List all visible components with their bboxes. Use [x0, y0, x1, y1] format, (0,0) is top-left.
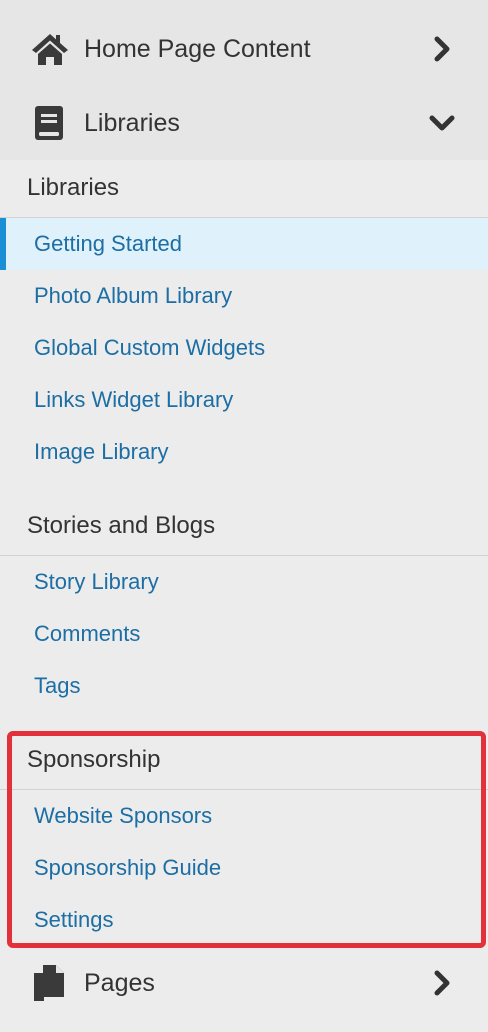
nav-item-label: Pages — [84, 968, 155, 997]
menu-item-label: Getting Started — [34, 231, 182, 256]
menu-item-global-custom-widgets[interactable]: Global Custom Widgets — [0, 322, 488, 374]
section-title: Stories and Blogs — [27, 512, 216, 539]
menu-item-settings[interactable]: Settings — [0, 894, 488, 946]
section-title: Sponsorship — [27, 746, 161, 773]
menu-item-website-sponsors[interactable]: Website Sponsors — [0, 790, 488, 842]
menu-item-label: Image Library — [34, 439, 169, 464]
nav-item-pages[interactable]: Pages — [0, 946, 488, 1020]
nav-item-libraries[interactable]: Libraries — [0, 86, 488, 160]
menu-item-sponsorship-guide[interactable]: Sponsorship Guide — [0, 842, 488, 894]
chevron-right-icon — [434, 970, 450, 996]
menu-item-label: Story Library — [34, 569, 159, 594]
section-header-stories-and-blogs: Stories and Blogs — [0, 500, 488, 556]
menu-item-label: Settings — [34, 907, 114, 932]
menu-item-image-library[interactable]: Image Library — [0, 426, 488, 478]
menu-item-story-library[interactable]: Story Library — [0, 556, 488, 608]
menu-item-label: Tags — [34, 673, 81, 698]
menu-item-getting-started[interactable]: Getting Started — [0, 218, 488, 270]
menu-item-tags[interactable]: Tags — [0, 660, 488, 712]
menu-item-label: Photo Album Library — [34, 283, 233, 308]
section-header-libraries: Libraries — [0, 162, 488, 218]
copy-icon — [34, 965, 64, 1001]
nav-item-label: Libraries — [84, 108, 180, 137]
section-title: Libraries — [27, 174, 120, 201]
menu-item-label: Website Sponsors — [34, 803, 213, 828]
menu-item-links-widget-library[interactable]: Links Widget Library — [0, 374, 488, 426]
book-icon — [35, 106, 63, 140]
menu-item-comments[interactable]: Comments — [0, 608, 488, 660]
chevron-right-icon — [434, 36, 450, 62]
section-header-sponsorship: Sponsorship — [0, 734, 488, 790]
home-icon — [32, 34, 68, 65]
menu-item-label: Sponsorship Guide — [34, 855, 222, 880]
menu-item-label: Global Custom Widgets — [34, 335, 266, 360]
menu-item-label: Links Widget Library — [34, 387, 234, 412]
chevron-down-icon — [429, 115, 455, 131]
nav-item-label: Home Page Content — [84, 34, 311, 63]
menu-item-label: Comments — [34, 621, 141, 646]
nav-item-home-page-content[interactable]: Home Page Content — [0, 12, 488, 86]
menu-item-photo-album-library[interactable]: Photo Album Library — [0, 270, 488, 322]
